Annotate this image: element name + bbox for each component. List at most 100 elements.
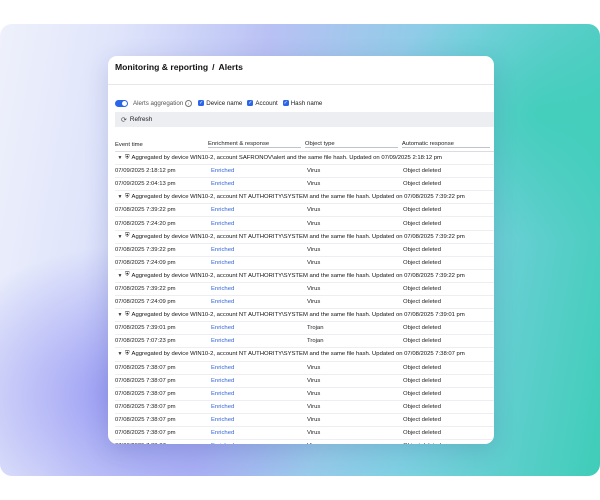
table-row[interactable]: 07/08/2025 7:39:01 pm Enriched Trojan Objec… xyxy=(115,322,494,336)
automatic-response-cell: Object deleted xyxy=(403,181,441,188)
event-time-cell: 07/08/2025 7:39:22 pm xyxy=(115,246,176,253)
table-row[interactable]: 07/08/2025 7:38:07 pmEnrichedVirusObject… xyxy=(115,388,494,401)
checkbox-device-name[interactable]: ✓ Device name xyxy=(198,100,242,107)
table-row[interactable]: 07/09/2025 2:04:13 pm Enriched Virus Object… xyxy=(115,178,494,192)
enrichment-link[interactable]: Enriched xyxy=(211,338,307,344)
table-row[interactable]: 07/08/2025 7:24:09 pm Enriched Virus Object… xyxy=(115,257,494,270)
aggregation-toolbar: Alerts aggregation i ✓ Device name ✓ Accou… xyxy=(115,97,327,109)
chevron-down-icon[interactable]: ▼ xyxy=(115,312,125,318)
aggregation-group-row[interactable]: ▼ ⛨ Aggregated by device WIN10-2, account … xyxy=(115,191,494,205)
table-row[interactable]: 07/08/2025 7:38:07 pmEnrichedVirusObject… xyxy=(115,427,494,441)
table-row[interactable]: 07/08/2025 7:38:07 pmEnrichedVirusObject… xyxy=(115,440,494,444)
table-row[interactable]: 07/08/2025 7:38:07 pmEnrichedVirusObject… xyxy=(115,401,494,414)
automatic-response-cell: Object deleted xyxy=(403,325,441,332)
enrichment-link[interactable]: Enriched xyxy=(211,207,307,213)
event-time-cell: 07/08/2025 7:38:07 pm xyxy=(115,443,211,444)
enrichment-link[interactable]: Enriched xyxy=(211,299,307,305)
refresh-button[interactable]: Refresh xyxy=(130,116,152,123)
enrichment-link[interactable]: Enriched xyxy=(211,365,307,371)
table-row[interactable]: 07/08/2025 7:39:22 pm Enriched Virus Object… xyxy=(115,204,494,218)
aggregation-label: Alerts aggregation xyxy=(133,99,184,107)
automatic-response-cell: Object deleted xyxy=(403,416,441,423)
object-type-cell: Virus xyxy=(307,403,321,410)
automatic-response-cell: Object deleted xyxy=(403,220,441,227)
object-type-cell: Virus xyxy=(307,220,321,227)
event-time-cell: 07/08/2025 7:38:07 pm xyxy=(115,364,176,371)
table-row[interactable]: 07/08/2025 7:24:09 pm Enriched Virus Object… xyxy=(115,296,494,310)
shield-icon: ⛨ xyxy=(125,272,130,279)
table-row[interactable]: 07/08/2025 7:38:07 pmEnrichedVirusObject… xyxy=(115,375,494,388)
chevron-down-icon[interactable]: ▼ xyxy=(115,155,125,161)
object-type-cell: Virus xyxy=(307,430,321,437)
enrichment-link[interactable]: Enriched xyxy=(211,378,307,384)
page-header: Monitoring & reporting / Alerts xyxy=(108,56,494,85)
aggregation-group-row[interactable]: ▼ ⛨ Aggregated by device WIN10-2, account … xyxy=(115,348,494,362)
object-type-cell: Virus xyxy=(307,181,321,188)
checkbox-label: Device name xyxy=(206,99,243,107)
column-header-object-type[interactable]: Object type xyxy=(304,141,398,148)
event-time-cell: 07/08/2025 7:39:22 pm xyxy=(115,207,176,214)
object-type-cell: Virus xyxy=(307,443,403,444)
automatic-response-cell: Object deleted xyxy=(403,259,441,266)
checkmark-icon: ✓ xyxy=(198,100,205,106)
group-title: Aggregated by device WIN10-2, account SA… xyxy=(131,155,442,162)
breadcrumb-separator: / xyxy=(212,62,215,72)
checkbox-hash-name[interactable]: ✓ Hash name xyxy=(282,99,323,107)
table-row[interactable]: 07/08/2025 7:39:22 pm Enriched Virus Object… xyxy=(115,283,494,297)
column-header-event-time[interactable]: Event time xyxy=(115,142,208,148)
table-row[interactable]: 07/08/2025 7:07:23 pm Enriched Trojan Objec… xyxy=(115,335,494,349)
group-title: Aggregated by device WIN10-2, account NT… xyxy=(131,194,465,201)
automatic-response-cell: Object deleted xyxy=(403,390,441,397)
event-time-cell: 07/08/2025 7:24:09 pm xyxy=(115,299,176,306)
chevron-down-icon[interactable]: ▼ xyxy=(115,273,125,279)
enrichment-link[interactable]: Enriched xyxy=(211,391,307,397)
group-title: Aggregated by device WIN10-2, account NT… xyxy=(131,351,465,358)
table-row[interactable]: 07/08/2025 7:24:20 pm Enriched Virus Object… xyxy=(115,217,494,231)
table-body: ▼ ⛨ Aggregated by device WIN10-2, account … xyxy=(115,152,494,444)
aggregation-group-row[interactable]: ▼ ⛨ Aggregated by device WIN10-2, account … xyxy=(115,270,494,283)
checkbox-label: Hash name xyxy=(290,99,323,107)
group-title: Aggregated by device WIN10-2, account NT… xyxy=(131,233,465,240)
table-row[interactable]: 07/08/2025 7:38:07 pmEnrichedVirusObject… xyxy=(115,362,494,375)
enrichment-link[interactable]: Enriched xyxy=(211,443,307,444)
enrichment-link[interactable]: Enriched xyxy=(211,286,307,292)
aggregation-group-row[interactable]: ▼ ⛨ Aggregated by device WIN10-2, account … xyxy=(115,231,494,244)
automatic-response-cell: Object deleted xyxy=(403,338,441,345)
automatic-response-cell: Object deleted xyxy=(403,168,441,175)
enrichment-link[interactable]: Enriched xyxy=(211,325,307,331)
info-icon[interactable]: i xyxy=(185,99,193,107)
aggregation-group-row[interactable]: ▼ ⛨ Aggregated by device WIN10-2, account … xyxy=(115,152,494,166)
group-title: Aggregated by device WIN10-2, account NT… xyxy=(131,272,465,279)
chevron-down-icon[interactable]: ▼ xyxy=(115,234,125,240)
table-row[interactable]: 07/08/2025 7:38:07 pmEnrichedVirusObject… xyxy=(115,414,494,427)
object-type-cell: Virus xyxy=(307,390,321,397)
enrichment-link[interactable]: Enriched xyxy=(211,417,307,423)
enrichment-link[interactable]: Enriched xyxy=(211,247,307,253)
enrichment-link[interactable]: Enriched xyxy=(211,181,307,187)
object-type-cell: Virus xyxy=(307,364,321,371)
shield-icon: ⛨ xyxy=(125,193,130,200)
automatic-response-cell: Object deleted xyxy=(403,246,441,253)
object-type-cell: Virus xyxy=(307,416,321,423)
aggregation-toggle[interactable] xyxy=(115,99,128,107)
enrichment-link[interactable]: Enriched xyxy=(211,168,307,174)
enrichment-link[interactable]: Enriched xyxy=(211,404,307,410)
checkmark-icon: ✓ xyxy=(247,100,254,106)
table-row[interactable]: 07/08/2025 7:39:22 pm Enriched Virus Object… xyxy=(115,244,494,257)
column-header-enrichment[interactable]: Enrichment & response xyxy=(207,141,301,148)
checkbox-account[interactable]: ✓ Account xyxy=(247,100,278,107)
aggregation-group-row[interactable]: ▼ ⛨ Aggregated by device WIN10-2, account … xyxy=(115,309,494,323)
chevron-down-icon[interactable]: ▼ xyxy=(115,351,125,357)
chevron-down-icon[interactable]: ▼ xyxy=(115,194,125,200)
object-type-cell: Trojan xyxy=(307,325,324,332)
breadcrumb-current: Alerts xyxy=(218,62,243,72)
enrichment-link[interactable]: Enriched xyxy=(211,430,307,436)
object-type-cell: Virus xyxy=(307,168,321,175)
automatic-response-cell: Object deleted xyxy=(403,285,441,292)
table-row[interactable]: 07/09/2025 2:18:12 pm Enriched Virus Object… xyxy=(115,165,494,179)
column-header-automatic-response[interactable]: Automatic response xyxy=(401,141,490,148)
refresh-icon[interactable]: ⟳ xyxy=(121,116,127,124)
enrichment-link[interactable]: Enriched xyxy=(211,260,307,266)
breadcrumb-parent[interactable]: Monitoring & reporting xyxy=(115,62,208,72)
enrichment-link[interactable]: Enriched xyxy=(211,221,307,227)
